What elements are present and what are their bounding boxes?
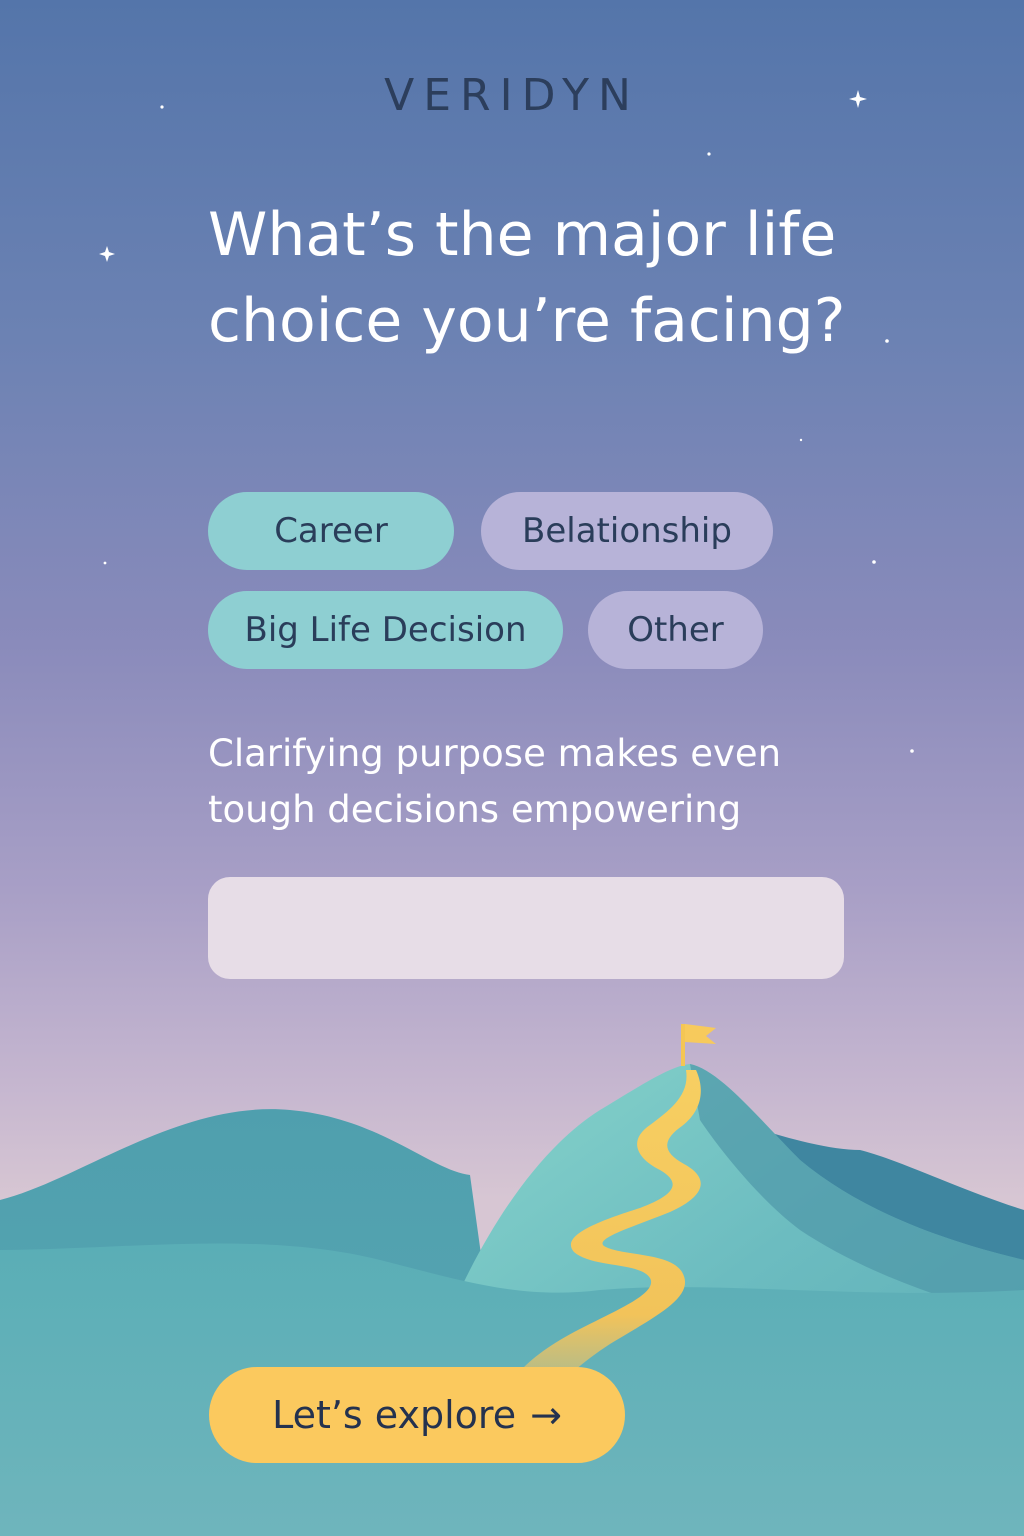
sparkle-icon xyxy=(99,246,115,262)
star-dot xyxy=(910,749,914,753)
star-dot xyxy=(707,152,711,156)
brand-logo: VERIDYN xyxy=(384,70,640,121)
choice-input[interactable] xyxy=(208,877,844,979)
explore-button-label: Let’s explore xyxy=(272,1393,517,1437)
star-dot xyxy=(872,560,876,564)
option-career[interactable]: Career xyxy=(208,492,454,570)
star-dot xyxy=(103,561,107,565)
star-dot xyxy=(885,339,889,343)
explore-button[interactable]: Let’s explore → xyxy=(209,1367,625,1463)
subtitle: Clarifying purpose makes even tough deci… xyxy=(208,732,782,831)
option-other[interactable]: Other xyxy=(588,591,763,669)
option-relationship[interactable]: Belationship xyxy=(481,492,773,570)
flag-icon xyxy=(681,1024,716,1066)
arrow-right-icon: → xyxy=(530,1393,562,1437)
page-title: What’s the major life choice you’re faci… xyxy=(208,200,846,356)
star-dot xyxy=(799,438,803,442)
option-big-life-decision[interactable]: Big Life Decision xyxy=(208,591,563,669)
